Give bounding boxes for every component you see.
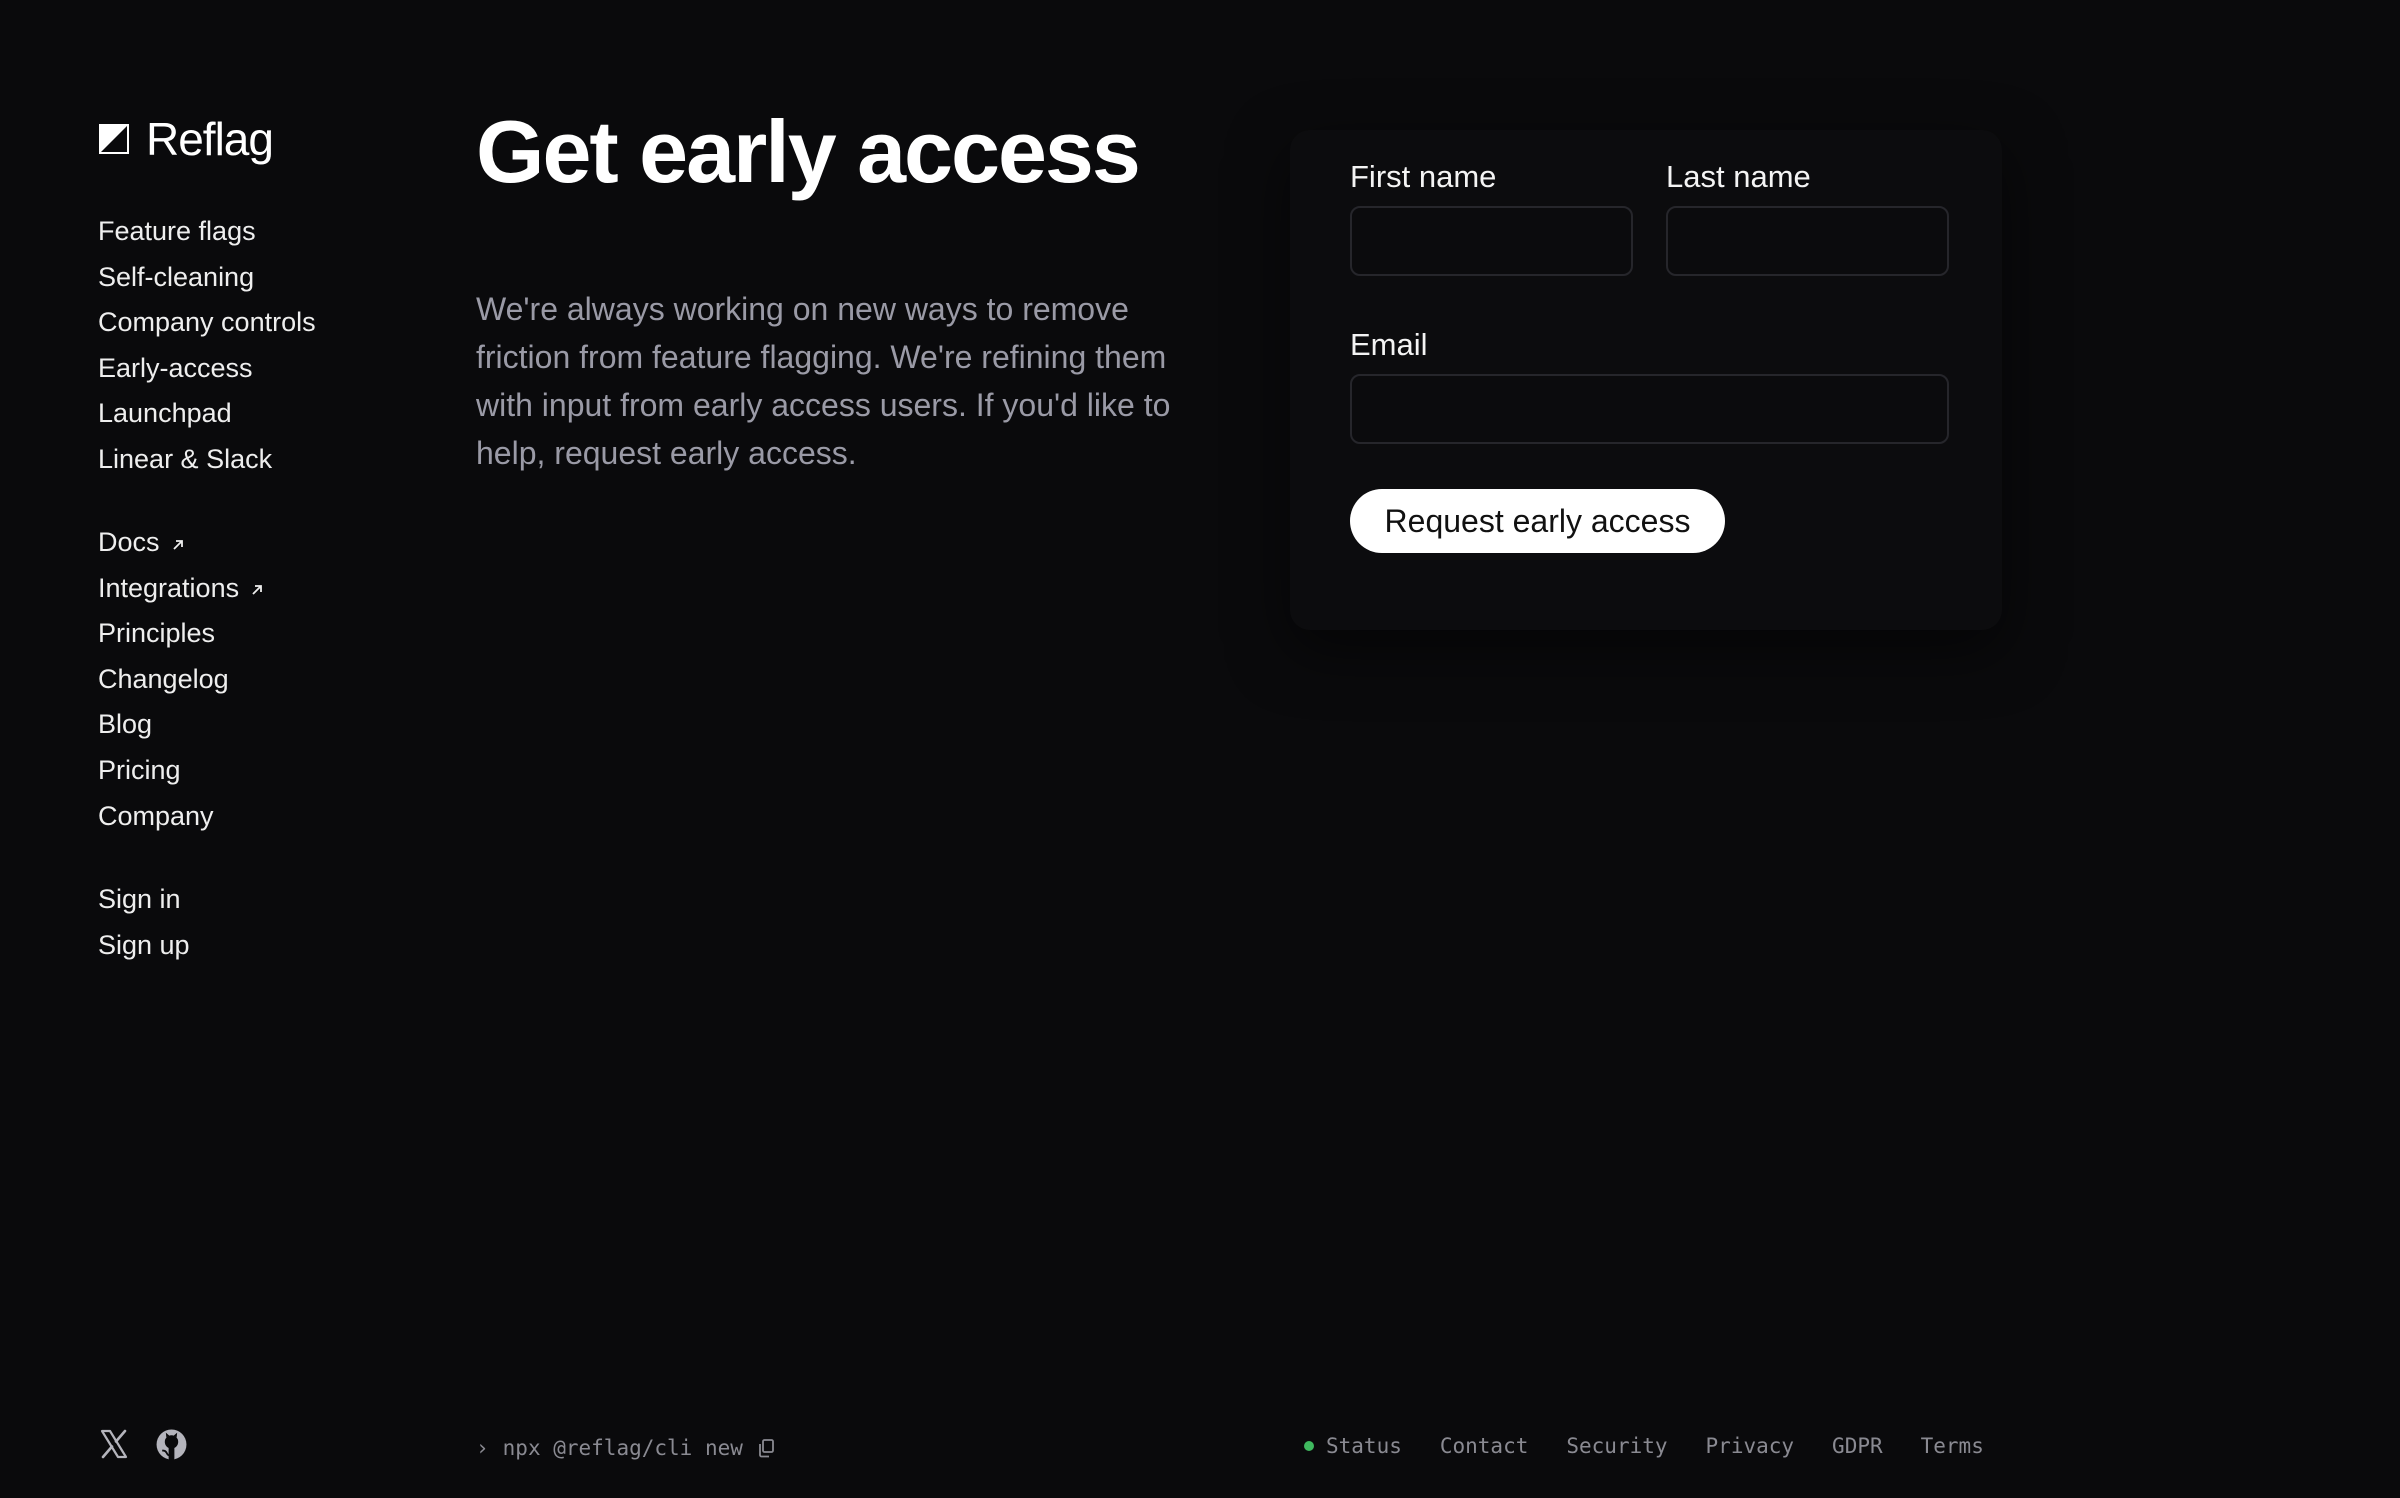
- nav-item-feature-flags[interactable]: Feature flags: [98, 209, 316, 255]
- nav-account: Sign in Sign up: [98, 877, 190, 968]
- external-link-icon: [172, 539, 183, 550]
- intro-text: We're always working on new ways to remo…: [476, 291, 1171, 471]
- reflag-logo-icon: [99, 124, 129, 154]
- footer-link-terms[interactable]: Terms: [1921, 1434, 1984, 1458]
- nav-item-label: Sign up: [98, 929, 190, 960]
- cli-snippet: › npx @reflag/cli new: [476, 1436, 775, 1460]
- nav-item-self-cleaning[interactable]: Self-cleaning: [98, 255, 316, 301]
- nav-item-label: Feature flags: [98, 216, 256, 246]
- github-icon[interactable]: [155, 1428, 188, 1461]
- external-link-icon: [252, 585, 262, 596]
- page-title: Get early access: [476, 102, 1141, 201]
- cli-command: npx @reflag/cli new: [502, 1436, 743, 1460]
- nav-item-label: Linear & Slack: [98, 443, 273, 474]
- nav-item-label: Principles: [98, 618, 216, 649]
- nav-item-changelog[interactable]: Changelog: [98, 657, 265, 703]
- footer-link-gdpr[interactable]: GDPR: [1832, 1434, 1883, 1458]
- first-name-input[interactable]: [1350, 206, 1633, 276]
- status-indicator-icon: [1304, 1441, 1314, 1451]
- cli-prompt: ›: [476, 1436, 489, 1460]
- footer-link-status[interactable]: Status: [1304, 1434, 1402, 1458]
- email-input[interactable]: [1350, 374, 1949, 444]
- nav-item-company[interactable]: Company: [98, 794, 265, 840]
- nav-item-label: Changelog: [98, 663, 229, 694]
- x-icon[interactable]: [98, 1428, 130, 1460]
- footer-link-security[interactable]: Security: [1566, 1434, 1667, 1458]
- nav-item-launchpad[interactable]: Launchpad: [98, 391, 316, 437]
- email-label: Email: [1350, 327, 1428, 362]
- nav-item-label: Pricing: [98, 754, 181, 785]
- nav-item-linear-slack[interactable]: Linear & Slack: [98, 437, 316, 483]
- nav-item-sign-up[interactable]: Sign up: [98, 923, 190, 969]
- brand-logo[interactable]: Reflag: [98, 113, 274, 165]
- nav-item-label: Company controls: [98, 307, 316, 338]
- copy-icon[interactable]: [757, 1438, 775, 1458]
- nav-item-pricing[interactable]: Pricing: [98, 748, 265, 794]
- nav-item-label: Docs: [98, 527, 160, 557]
- last-name-input[interactable]: [1666, 206, 1949, 276]
- footer-link-privacy[interactable]: Privacy: [1706, 1434, 1795, 1458]
- last-name-label: Last name: [1666, 159, 1811, 194]
- request-early-access-button[interactable]: Request early access: [1350, 489, 1725, 553]
- nav-item-sign-in[interactable]: Sign in: [98, 877, 190, 923]
- nav-resources: Docs Integrations Principles Changelog B…: [98, 520, 265, 839]
- nav-item-label: Early-access: [98, 352, 253, 383]
- nav-item-integrations[interactable]: Integrations: [98, 566, 265, 612]
- nav-item-label: Integrations: [98, 572, 240, 603]
- first-name-label: First name: [1350, 159, 1497, 194]
- nav-item-company-controls[interactable]: Company controls: [98, 300, 316, 346]
- nav-product: Feature flags Self-cleaning Company cont…: [98, 209, 316, 483]
- nav-item-principles[interactable]: Principles: [98, 611, 265, 657]
- footer-link-contact[interactable]: Contact: [1440, 1434, 1529, 1458]
- nav-item-early-access[interactable]: Early-access: [98, 346, 316, 392]
- nav-item-label: Company: [98, 800, 214, 831]
- brand-name: Reflag: [146, 113, 274, 165]
- nav-item-docs[interactable]: Docs: [98, 520, 265, 566]
- nav-item-label: Launchpad: [98, 398, 232, 429]
- nav-item-label: Sign in: [98, 884, 181, 914]
- nav-item-label: Blog: [98, 709, 153, 740]
- footer-link-label: Status: [1326, 1434, 1402, 1458]
- page: Reflag Feature flags Self-cleaning Compa…: [0, 0, 2400, 1498]
- nav-item-blog[interactable]: Blog: [98, 702, 265, 748]
- footer-links: Status Contact Security Privacy GDPR Ter…: [1304, 1434, 1984, 1458]
- nav-item-label: Self-cleaning: [98, 261, 255, 292]
